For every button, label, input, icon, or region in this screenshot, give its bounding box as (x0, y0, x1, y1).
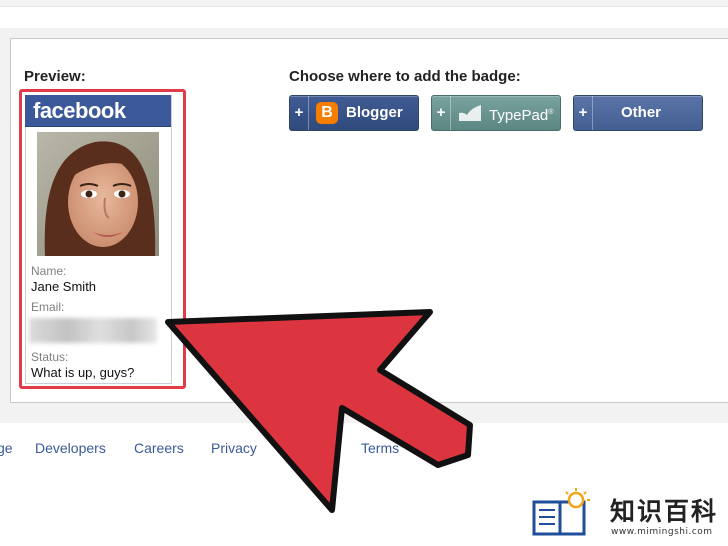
watermark-url: www.mimingshi.com (611, 527, 713, 537)
pointer-arrow-icon (165, 309, 473, 513)
watermark-brand: 知识百科 (610, 497, 719, 526)
book-lightbulb-logo-icon (532, 488, 590, 536)
